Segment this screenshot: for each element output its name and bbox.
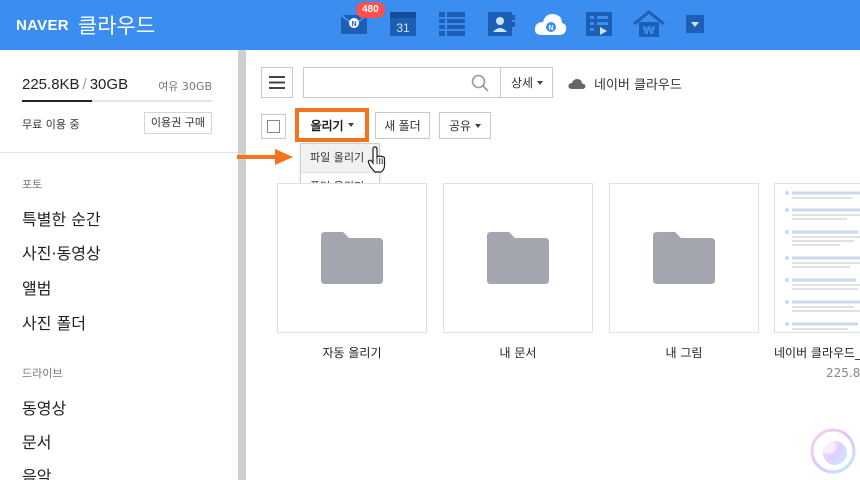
hand-pointer-cursor-icon	[367, 146, 386, 173]
annotation-arrow-icon	[237, 149, 293, 165]
document-size: 225.8	[826, 366, 860, 380]
sidebar-item-albums[interactable]: 앨범	[22, 275, 51, 299]
contacts-icon[interactable]	[487, 10, 515, 38]
storage-fill	[22, 100, 93, 102]
upload-button[interactable]: 올리기	[295, 108, 369, 142]
mail-unread-badge: 480	[356, 2, 385, 18]
detail-search-button[interactable]: 상세	[500, 68, 553, 97]
sidebar-item-videos[interactable]: 동영상	[22, 395, 66, 419]
document-name[interactable]: 네이버 클라우드_	[774, 344, 860, 361]
memo-icon[interactable]	[585, 10, 613, 38]
storage-separator: /	[82, 76, 87, 93]
document-preview-icon	[785, 191, 860, 330]
folder-tile[interactable]	[609, 183, 759, 333]
svg-text:₩: ₩	[643, 24, 655, 37]
chevron-down-icon	[347, 123, 354, 127]
sidebar-divider	[0, 152, 238, 153]
buy-plan-button[interactable]: 이용권 구매	[143, 112, 212, 134]
folder-icon	[321, 232, 383, 284]
section-label-drive: 드라이브	[22, 367, 63, 380]
brand-naver: NAVER	[16, 16, 69, 34]
view-menu-button[interactable]	[261, 67, 293, 98]
share-button[interactable]: 공유	[439, 112, 491, 139]
chevron-down-icon	[537, 80, 544, 85]
select-all-checkbox[interactable]	[261, 114, 286, 139]
folder-tile[interactable]	[443, 183, 593, 333]
brand-logo[interactable]: NAVER 클라우드	[16, 0, 155, 50]
folder-icon	[487, 232, 549, 284]
calendar-day: 31	[396, 21, 410, 35]
share-label: 공유	[448, 119, 472, 133]
plan-label: 무료 이용 중	[22, 118, 80, 131]
sidebar-item-special-moments[interactable]: 특별한 순간	[22, 206, 101, 230]
storage-total: 30GB	[89, 76, 129, 93]
storage-usage: 225.8KB/30GB	[22, 76, 128, 93]
new-folder-label: 새 폴더	[384, 119, 421, 133]
sidebar-item-photos-videos[interactable]: 사진·동영상	[22, 240, 101, 264]
storage-used: 225.8KB	[22, 76, 80, 93]
upload-label: 올리기	[310, 118, 344, 133]
storage-bar	[22, 100, 212, 102]
section-label-photo: 포토	[22, 178, 43, 191]
sidebar-item-documents[interactable]: 문서	[22, 429, 51, 453]
folder-name[interactable]: 내 문서	[443, 344, 593, 361]
main-content: 상세 네이버 클라우드 올리기 새 폴더 공유 파일 올리기 폴더 올리기 자동…	[246, 50, 860, 480]
home-won-icon[interactable]: ₩	[632, 10, 666, 38]
sidebar-item-photo-folder[interactable]: 사진 폴더	[22, 310, 86, 334]
sidebar-scrollbar[interactable]	[238, 50, 246, 480]
document-thumbnail[interactable]	[774, 183, 860, 333]
top-header: NAVER 클라우드 N 480 31 N ₩	[0, 0, 860, 50]
folder-icon	[653, 232, 715, 284]
cloud-location: 네이버 클라우드	[568, 74, 682, 93]
brand-product: 클라우드	[77, 14, 156, 38]
assistant-bubble-icon[interactable]	[810, 428, 856, 474]
sidebar-item-music[interactable]: 음악	[22, 463, 51, 480]
cloud-label-text: 네이버 클라우드	[594, 78, 682, 93]
more-dropdown-icon[interactable]	[684, 13, 706, 35]
folder-name[interactable]: 내 그림	[609, 344, 759, 361]
cloud-icon[interactable]: N	[533, 10, 567, 38]
svg-text:N: N	[351, 21, 356, 28]
folder-tile[interactable]	[277, 183, 427, 333]
detail-search-label: 상세	[510, 76, 534, 90]
chevron-down-icon	[475, 123, 482, 128]
search-input[interactable]	[304, 68, 464, 97]
new-folder-button[interactable]: 새 폴더	[375, 112, 430, 139]
checkbox-square	[267, 120, 280, 133]
search-icon[interactable]	[470, 73, 490, 93]
svg-text:N: N	[548, 25, 553, 32]
folder-name[interactable]: 자동 올리기	[277, 344, 427, 361]
storage-free: 여유 30GB	[158, 80, 212, 93]
cloud-small-icon	[568, 78, 586, 89]
hamburger-icon	[269, 76, 285, 89]
sidebar: 225.8KB/30GB 여유 30GB 무료 이용 중 이용권 구매 포토 특…	[0, 50, 238, 480]
search-box: 상세	[303, 67, 553, 98]
list-icon[interactable]	[438, 10, 466, 38]
calendar-icon[interactable]: 31	[389, 10, 417, 38]
